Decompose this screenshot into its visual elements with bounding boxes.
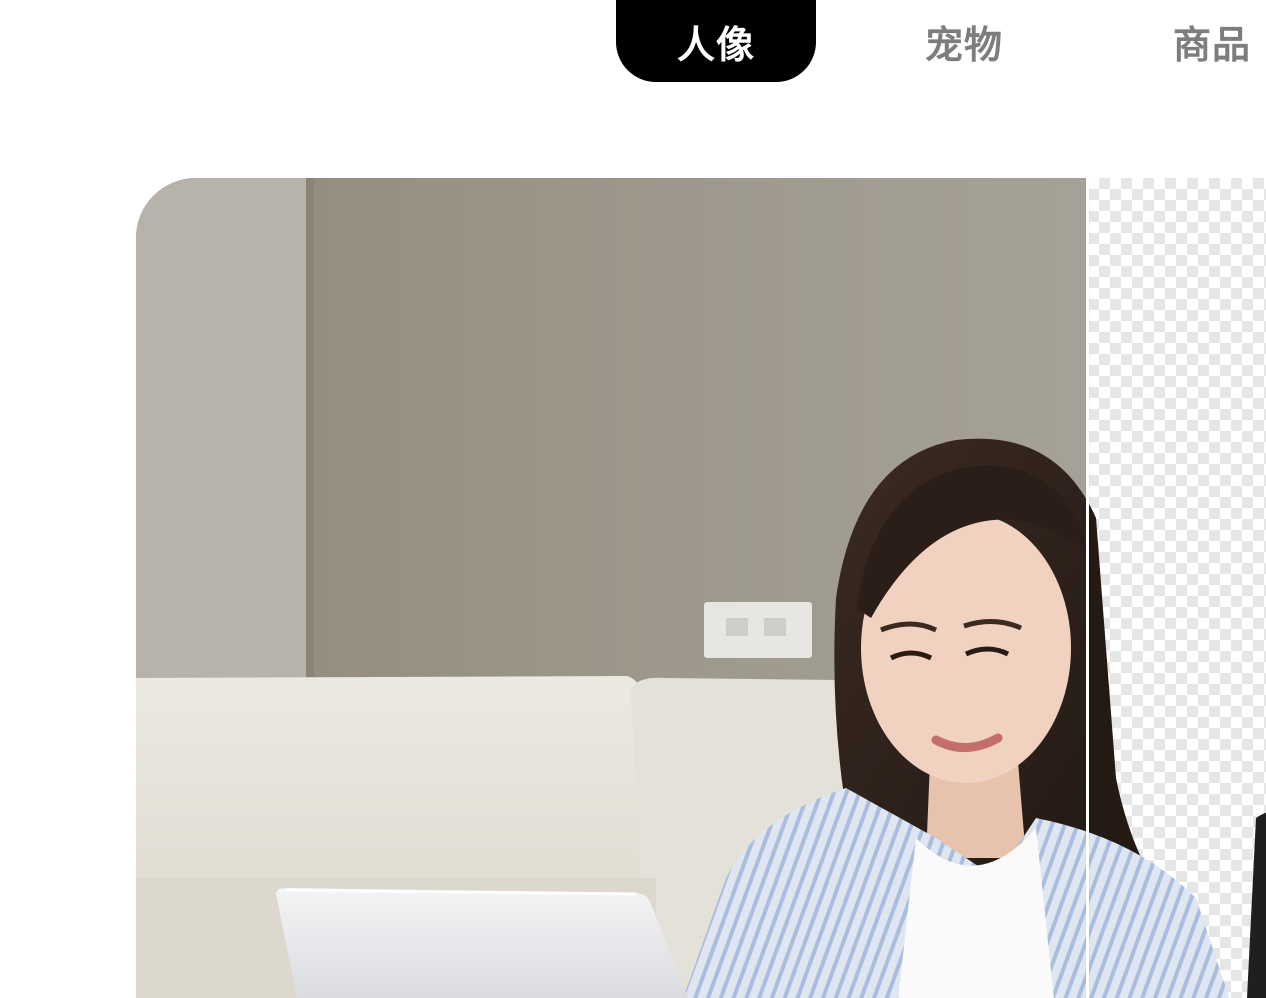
- comparison-slider-handle[interactable]: [1086, 178, 1089, 998]
- tab-pet[interactable]: 宠物: [864, 0, 1064, 82]
- tab-pet-label: 宠物: [924, 22, 1003, 67]
- page: 人像 宠物 商品: [0, 0, 1266, 998]
- transparent-background-cutout: [1088, 178, 1266, 998]
- tab-product-label: 商品: [1172, 22, 1251, 67]
- tab-portrait[interactable]: 人像: [616, 0, 816, 82]
- cutout-subject-illustration: [1088, 502, 1266, 998]
- before-after-comparison[interactable]: [136, 178, 1266, 998]
- tab-portrait-label: 人像: [676, 22, 755, 67]
- tab-product[interactable]: 商品: [1112, 0, 1266, 82]
- category-tabs: 人像 宠物 商品: [0, 0, 1266, 82]
